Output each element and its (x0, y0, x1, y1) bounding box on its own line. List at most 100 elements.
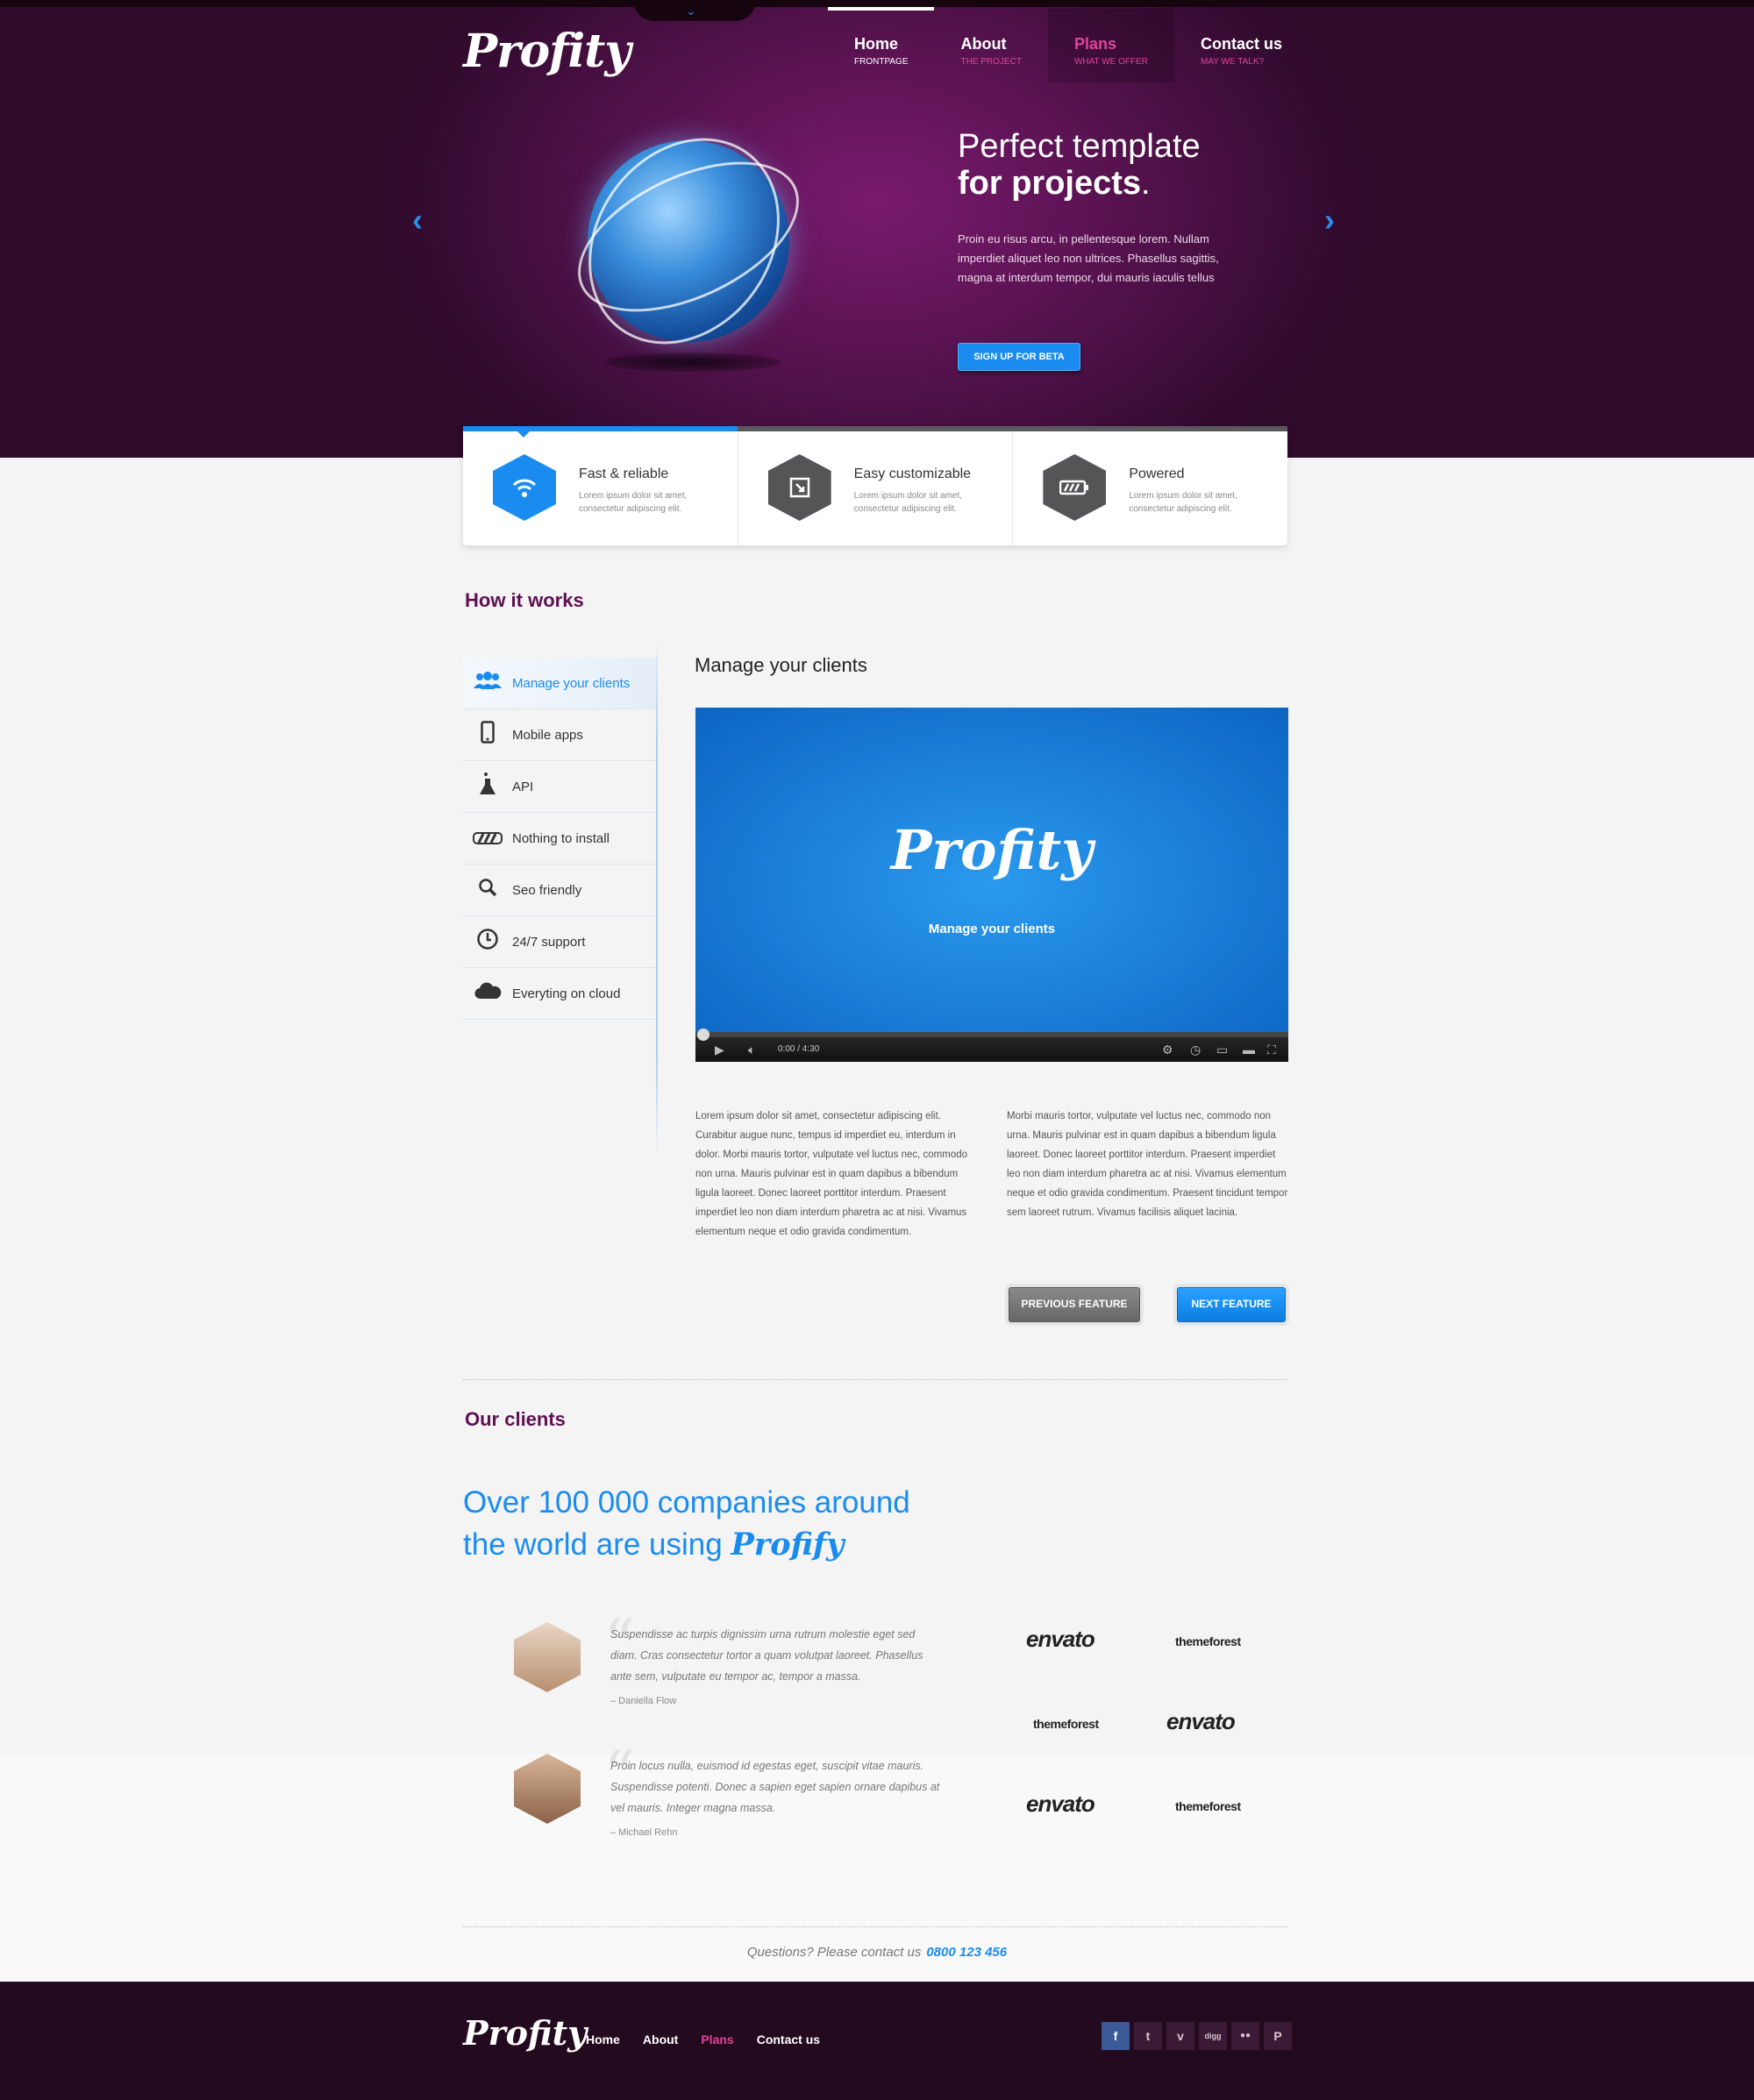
nav-item-home[interactable]: Home FRONTPAGE (828, 7, 935, 82)
sidebar-item-label: API (512, 779, 534, 794)
footer-nav-contact[interactable]: Contact us (757, 2032, 820, 2047)
globe-illustration (549, 101, 822, 381)
play-icon[interactable]: ▶ (715, 1043, 724, 1057)
claim-line1: Over 100 000 companies around (463, 1485, 910, 1520)
video-scrub-handle[interactable] (697, 1029, 709, 1041)
nav-about-label: About (960, 35, 1007, 53)
next-feature-button[interactable]: NEXT FEATURE (1177, 1287, 1286, 1322)
feature-text: Lorem ipsum dolor sit amet, consectetur … (1129, 491, 1237, 514)
nav-contact-label: Contact us (1201, 35, 1283, 53)
hero-title-line2: for projects (958, 165, 1142, 202)
nav-item-plans[interactable]: Plans WHAT WE OFFER (1047, 9, 1175, 82)
feature-powered[interactable]: Powered Lorem ipsum dolor sit amet, cons… (1013, 431, 1287, 545)
sidebar-item-seo[interactable]: Seo friendly (463, 865, 658, 916)
hero-title-dot: . (1141, 165, 1151, 202)
stripes-icon (463, 827, 512, 850)
feature-text: Lorem ipsum dolor sit amet, consectetur … (579, 491, 688, 514)
video-subtitle: Manage your clients (928, 922, 1056, 936)
video-time: 0:00 / 4:30 (778, 1044, 820, 1054)
hero-title: Perfect template for projects. (958, 128, 1201, 202)
nav-item-contact[interactable]: Contact us MAY WE TALK? (1174, 9, 1308, 82)
footer-nav-plans[interactable]: Plans (701, 2032, 733, 2047)
nav-plans-label: Plans (1073, 35, 1116, 53)
partner-logo-envato[interactable]: envato (1026, 1790, 1095, 1818)
watch-later-icon[interactable]: ◷ (1190, 1043, 1201, 1057)
testimonial-text: Proin locus nulla, euismod id egestas eg… (610, 1760, 940, 1814)
nav-about-sub: THE PROJECT (960, 57, 1022, 67)
video-player[interactable]: Profity Manage your clients ▶ 🔈︎ 0:00 / … (695, 708, 1288, 1062)
testimonial-text: Suspendisse ac turpis dignissim urna rut… (610, 1628, 923, 1683)
signup-beta-button[interactable]: SIGN UP FOR BETA (958, 343, 1080, 371)
slider-next-arrow-icon[interactable]: › (1324, 202, 1335, 238)
sidebar-item-label: Manage your clients (512, 675, 631, 691)
feature-title: Fast & reliable (579, 466, 669, 481)
feature-title: Powered (1129, 466, 1185, 481)
wifi-icon (493, 454, 556, 521)
testimonial-author: – Michael Rehn (610, 1827, 678, 1838)
nav-home-sub: FRONTPAGE (854, 57, 909, 67)
sidebar-divider (656, 640, 658, 1157)
top-notch[interactable]: ⌄ (633, 0, 756, 21)
sidebar-item-manage-clients[interactable]: Manage your clients (463, 658, 658, 709)
volume-icon[interactable]: 🔈︎ (748, 1043, 755, 1057)
sidebar-item-api[interactable]: API (463, 761, 658, 813)
sidebar-item-label: Mobile apps (512, 727, 583, 743)
sidebar-item-mobile-apps[interactable]: Mobile apps (463, 709, 658, 761)
gear-icon[interactable]: ⚙︎ (1162, 1043, 1173, 1057)
pinterest-icon[interactable]: P (1264, 2022, 1292, 2050)
small-player-icon[interactable]: ▭ (1216, 1043, 1228, 1057)
sidebar-item-support[interactable]: 24/7 support (463, 916, 658, 968)
footer-nav-home[interactable]: Home (586, 2032, 620, 2047)
flask-icon (463, 772, 512, 801)
phone-icon (463, 721, 512, 749)
section-divider (463, 1926, 1287, 1927)
flickr-icon[interactable]: ●● (1231, 2022, 1259, 2050)
partner-logo-themeforest[interactable]: themeforest (1033, 1717, 1099, 1731)
clock-icon (463, 928, 512, 956)
facebook-icon[interactable]: f (1102, 2022, 1130, 2050)
cloud-icon (463, 982, 512, 1005)
feature-text: Lorem ipsum dolor sit amet, consectetur … (853, 491, 963, 514)
nav-home-label: Home (854, 35, 899, 53)
partner-logo-themeforest[interactable]: themeforest (1175, 1634, 1241, 1648)
twitter-icon[interactable]: t (1134, 2022, 1162, 2050)
vimeo-icon[interactable]: v (1166, 2022, 1194, 2050)
claim-line2: the world are using (463, 1527, 723, 1562)
resize-icon (767, 454, 831, 521)
feature-fast-reliable[interactable]: Fast & reliable Lorem ipsum dolor sit am… (463, 426, 738, 545)
hero-banner: ⌄ Profity Home FRONTPAGE About THE PROJE… (0, 0, 1754, 458)
feature-easy-customizable[interactable]: Easy customizable Lorem ipsum dolor sit … (738, 431, 1014, 545)
chevron-down-icon[interactable]: ⌄ (686, 4, 696, 18)
users-icon (463, 671, 512, 695)
sidebar-item-nothing-install[interactable]: Nothing to install (463, 813, 658, 865)
video-logo: Profity (890, 818, 1094, 882)
slider-prev-arrow-icon[interactable]: ‹ (412, 202, 423, 238)
section-divider (463, 1379, 1287, 1380)
sidebar-item-label: Nothing to install (512, 830, 610, 846)
sidebar-item-label: Everyting on cloud (512, 986, 621, 1001)
footer-logo[interactable]: Profity (463, 2013, 587, 2053)
digg-icon[interactable]: digg (1199, 2022, 1227, 2050)
video-progress-bar[interactable] (695, 1029, 1288, 1041)
previous-feature-button[interactable]: PREVIOUS FEATURE (1009, 1287, 1140, 1322)
contact-line: Questions? Please contact us 0800 123 456 (0, 1945, 1754, 1960)
hero-text: Proin eu risus arcu, in pellentesque lor… (958, 232, 1219, 284)
search-icon (463, 878, 512, 902)
partner-logo-envato[interactable]: envato (1026, 1626, 1095, 1653)
contact-phone[interactable]: 0800 123 456 (926, 1945, 1007, 1960)
large-player-icon[interactable]: ▬ (1243, 1043, 1255, 1057)
footer-nav-about[interactable]: About (643, 2032, 678, 2047)
nav-item-about[interactable]: About THE PROJECT (934, 9, 1047, 82)
fullscreen-icon[interactable]: ⛶ (1267, 1043, 1276, 1057)
clients-claim: Over 100 000 companies around the world … (463, 1482, 910, 1566)
content-paragraph-right: Morbi mauris tortor, vulputate vel luctu… (1007, 1111, 1288, 1218)
sidebar-item-label: 24/7 support (512, 934, 586, 950)
site-logo[interactable]: Profity (463, 25, 631, 78)
partner-logo-themeforest[interactable]: themeforest (1175, 1799, 1241, 1813)
partner-logo-envato[interactable]: envato (1166, 1708, 1236, 1735)
social-links: f t v digg ●● P (1102, 2022, 1292, 2050)
video-controls: ▶ 🔈︎ 0:00 / 4:30 ⚙︎ ◷ ▭ ▬ ⛶ (695, 1029, 1288, 1062)
sidebar-item-cloud[interactable]: Everyting on cloud (463, 968, 658, 1020)
our-clients-heading: Our clients (465, 1408, 566, 1430)
feature-sidebar: Manage your clients Mobile apps API Noth… (463, 658, 658, 1020)
